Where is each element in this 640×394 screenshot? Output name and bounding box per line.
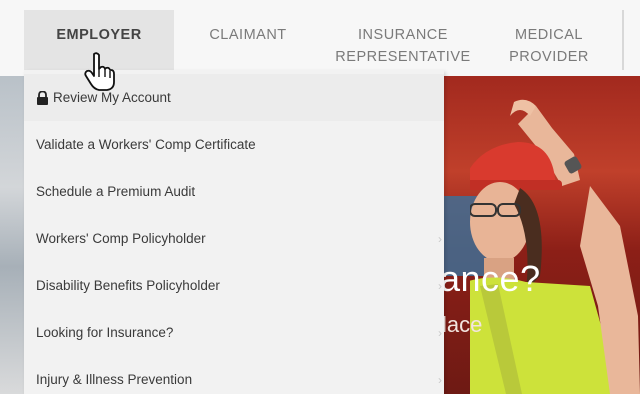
tab-medical-provider[interactable]: MEDICAL PROVIDER xyxy=(484,10,614,70)
menu-item-label: Disability Benefits Policyholder xyxy=(36,278,220,293)
nav-divider xyxy=(622,10,624,70)
menu-item-workers-comp-policyholder[interactable]: Workers' Comp Policyholder › xyxy=(24,215,444,262)
menu-item-label: Validate a Workers' Comp Certificate xyxy=(36,137,256,152)
tab-insurance-representative[interactable]: INSURANCE REPRESENTATIVE xyxy=(322,10,484,70)
menu-item-label: Looking for Insurance? xyxy=(36,325,174,340)
tab-insurance-representative-label-2: REPRESENTATIVE xyxy=(335,49,471,65)
hero-subheading: lace xyxy=(442,312,483,337)
tab-insurance-representative-label-1: INSURANCE xyxy=(358,27,448,43)
hand-pointer-icon xyxy=(84,52,115,91)
hero-heading: ance? xyxy=(440,258,541,299)
chevron-right-icon: › xyxy=(438,372,442,387)
tab-employer-label: EMPLOYER xyxy=(56,27,142,43)
menu-item-label: Schedule a Premium Audit xyxy=(36,184,196,199)
chevron-right-icon: › xyxy=(438,231,442,246)
menu-item-disability-benefits-policyholder[interactable]: Disability Benefits Policyholder › xyxy=(24,262,444,309)
chevron-right-icon: › xyxy=(438,278,442,293)
tab-medical-provider-label-2: PROVIDER xyxy=(509,49,589,65)
menu-item-schedule-premium-audit[interactable]: Schedule a Premium Audit xyxy=(24,168,444,215)
employer-dropdown-menu: Review My Account Validate a Workers' Co… xyxy=(24,70,444,394)
hero-background-left xyxy=(0,76,26,394)
tab-claimant-label: CLAIMANT xyxy=(209,27,287,43)
tab-claimant[interactable]: CLAIMANT xyxy=(174,10,322,70)
lock-icon xyxy=(36,90,49,105)
menu-item-label: Workers' Comp Policyholder xyxy=(36,231,206,246)
chevron-right-icon: › xyxy=(438,325,442,340)
menu-item-label: Review My Account xyxy=(53,90,171,105)
menu-item-validate-certificate[interactable]: Validate a Workers' Comp Certificate xyxy=(24,121,444,168)
menu-item-looking-for-insurance[interactable]: Looking for Insurance? › xyxy=(24,309,444,356)
menu-item-label: Injury & Illness Prevention xyxy=(36,372,193,387)
worker-image xyxy=(470,99,640,394)
menu-item-injury-illness-prevention[interactable]: Injury & Illness Prevention › xyxy=(24,356,444,394)
tab-medical-provider-label-1: MEDICAL xyxy=(515,27,583,43)
